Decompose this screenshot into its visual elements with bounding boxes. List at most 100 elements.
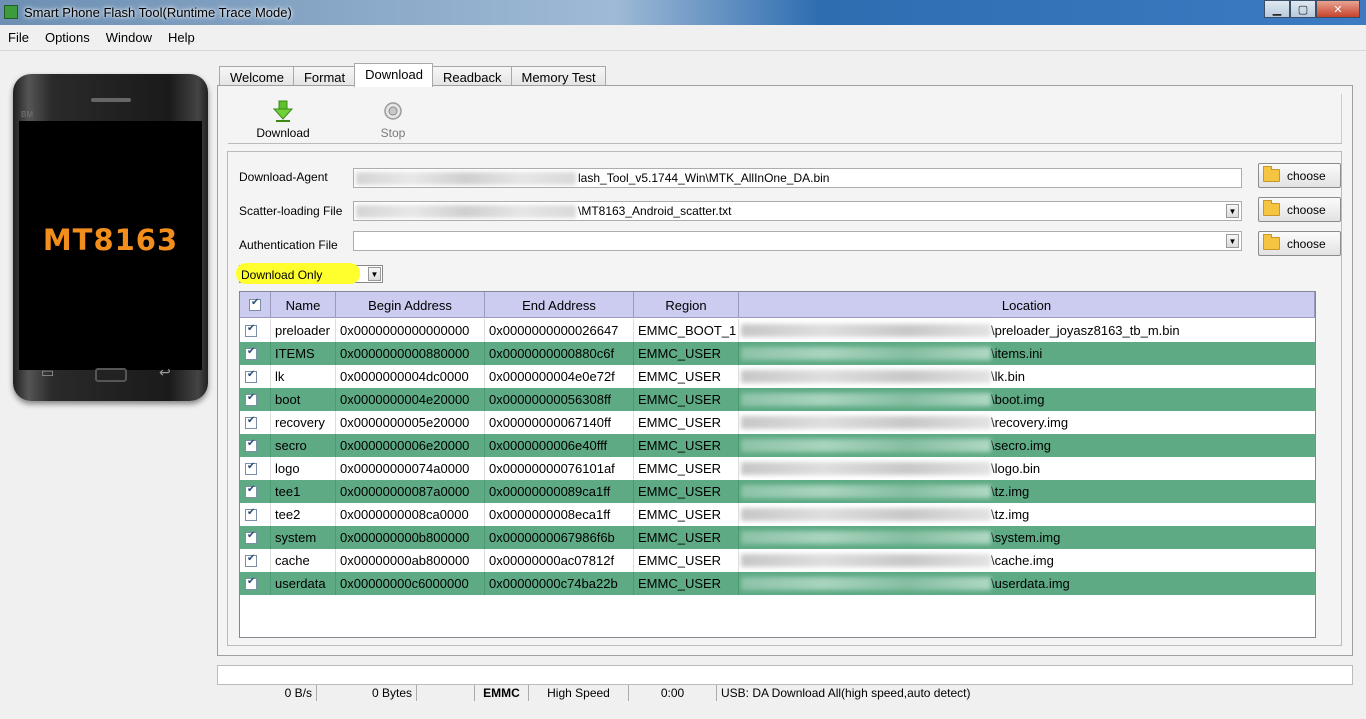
auth-file-field[interactable]: ▼ [353, 231, 1242, 251]
row-checkbox-cell[interactable] [240, 411, 271, 434]
header-location[interactable]: Location [739, 292, 1315, 318]
location-file: \items.ini [991, 346, 1043, 361]
header-name[interactable]: Name [271, 292, 336, 318]
cell-location: \userdata.img [739, 572, 1315, 595]
maximize-button[interactable]: ▢ [1290, 0, 1316, 18]
folder-icon [1263, 234, 1280, 250]
row-checkbox[interactable] [245, 553, 257, 567]
table-row[interactable]: system0x000000000b8000000x0000000067986f… [240, 526, 1315, 549]
row-checkbox-cell[interactable] [240, 549, 271, 572]
scatter-choose-button[interactable]: choose [1258, 197, 1341, 222]
row-checkbox[interactable] [245, 323, 257, 337]
row-checkbox-cell[interactable] [240, 388, 271, 411]
cell-end-address: 0x00000000089ca1ff [485, 480, 634, 503]
row-checkbox[interactable] [245, 484, 257, 498]
table-row[interactable]: logo0x00000000074a00000x00000000076101af… [240, 457, 1315, 480]
minimize-button[interactable]: ▁ [1264, 0, 1290, 18]
tab-download[interactable]: Download [354, 63, 433, 87]
row-checkbox[interactable] [245, 392, 257, 406]
table-row[interactable]: recovery0x0000000005e200000x000000000671… [240, 411, 1315, 434]
tab-memory-test[interactable]: Memory Test [510, 66, 606, 87]
download-button[interactable]: Download [248, 100, 318, 140]
title-bar: Smart Phone Flash Tool(Runtime Trace Mod… [0, 0, 1366, 25]
status-usb: USB: DA Download All(high speed,auto det… [721, 686, 971, 700]
redacted-path [741, 324, 991, 337]
menu-options[interactable]: Options [45, 30, 90, 45]
stop-button[interactable]: Stop [358, 100, 428, 140]
scatter-file-field[interactable]: \MT8163_Android_scatter.txt ▼ [353, 201, 1242, 221]
row-checkbox[interactable] [245, 576, 257, 590]
redacted-path [356, 205, 576, 218]
toolbar: Download Stop [228, 94, 1342, 144]
table-row[interactable]: secro0x0000000006e200000x0000000006e40ff… [240, 434, 1315, 457]
row-checkbox[interactable] [245, 507, 257, 521]
table-row[interactable]: ITEMS0x00000000008800000x0000000000880c6… [240, 342, 1315, 365]
download-mode-select[interactable]: Download Only ▼ [236, 263, 383, 284]
row-checkbox[interactable] [245, 461, 257, 475]
cell-end-address: 0x00000000076101af [485, 457, 634, 480]
phone-screen: MT8163 [19, 121, 202, 370]
cell-name: recovery [271, 411, 336, 434]
menu-help[interactable]: Help [168, 30, 195, 45]
chevron-down-icon[interactable]: ▼ [368, 267, 381, 281]
table-row[interactable]: tee20x0000000008ca00000x0000000008eca1ff… [240, 503, 1315, 526]
tab-readback[interactable]: Readback [431, 66, 512, 87]
row-checkbox-cell[interactable] [240, 342, 271, 365]
table-row[interactable]: cache0x00000000ab8000000x00000000ac07812… [240, 549, 1315, 572]
header-region[interactable]: Region [634, 292, 739, 318]
redacted-path [741, 577, 991, 590]
cell-region: EMMC_USER [634, 365, 739, 388]
app-icon [4, 5, 18, 19]
auth-choose-button[interactable]: choose [1258, 231, 1341, 256]
download-button-label: Download [256, 126, 310, 140]
cell-location: \tz.img [739, 480, 1315, 503]
tab-welcome[interactable]: Welcome [219, 66, 294, 87]
table-row[interactable]: lk0x0000000004dc00000x0000000004e0e72fEM… [240, 365, 1315, 388]
cell-begin-address: 0x00000000c6000000 [336, 572, 485, 595]
row-checkbox-cell[interactable] [240, 572, 271, 595]
row-checkbox-cell[interactable] [240, 319, 271, 342]
cell-region: EMMC_USER [634, 572, 739, 595]
table-row[interactable]: boot0x0000000004e200000x00000000056308ff… [240, 388, 1315, 411]
cell-name: secro [271, 434, 336, 457]
window-controls: ▁ ▢ ✕ [1264, 0, 1360, 19]
cell-name: boot [271, 388, 336, 411]
header-begin-address[interactable]: Begin Address [336, 292, 485, 318]
cell-region: EMMC_USER [634, 457, 739, 480]
select-all-checkbox[interactable] [249, 297, 261, 311]
cell-region: EMMC_USER [634, 411, 739, 434]
phone-illustration: BM MT8163 ▭ ↩ [13, 74, 208, 401]
cell-end-address: 0x0000000000880c6f [485, 342, 634, 365]
tab-format[interactable]: Format [292, 66, 356, 87]
partition-table: Name Begin Address End Address Region Lo… [239, 291, 1316, 638]
cell-location: \lk.bin [739, 365, 1315, 388]
row-checkbox-cell[interactable] [240, 434, 271, 457]
chevron-down-icon[interactable]: ▼ [1226, 234, 1239, 248]
table-row[interactable]: tee10x00000000087a00000x00000000089ca1ff… [240, 480, 1315, 503]
header-end-address[interactable]: End Address [485, 292, 634, 318]
table-row[interactable]: userdata0x00000000c60000000x00000000c74b… [240, 572, 1315, 595]
download-agent-field[interactable]: lash_Tool_v5.1744_Win\MTK_AllInOne_DA.bi… [353, 168, 1242, 188]
row-checkbox[interactable] [245, 415, 257, 429]
row-checkbox[interactable] [245, 369, 257, 383]
folder-icon [1263, 200, 1280, 216]
row-checkbox-cell[interactable] [240, 365, 271, 388]
download-agent-choose-button[interactable]: choose [1258, 163, 1341, 188]
menu-window[interactable]: Window [106, 30, 152, 45]
close-button[interactable]: ✕ [1316, 0, 1360, 18]
cell-region: EMMC_USER [634, 434, 739, 457]
row-checkbox-cell[interactable] [240, 503, 271, 526]
menu-file[interactable]: File [8, 30, 29, 45]
row-checkbox-cell[interactable] [240, 526, 271, 549]
row-checkbox[interactable] [245, 346, 257, 360]
row-checkbox[interactable] [245, 438, 257, 452]
download-mode-value: Download Only [241, 268, 323, 282]
row-checkbox-cell[interactable] [240, 480, 271, 503]
chevron-down-icon[interactable]: ▼ [1226, 204, 1239, 218]
select-all-checkbox-cell[interactable] [240, 292, 271, 318]
cell-begin-address: 0x00000000ab800000 [336, 549, 485, 572]
row-checkbox[interactable] [245, 530, 257, 544]
menu-bar: File Options Window Help [0, 25, 1366, 51]
row-checkbox-cell[interactable] [240, 457, 271, 480]
table-row[interactable]: preloader0x00000000000000000x00000000000… [240, 319, 1315, 342]
